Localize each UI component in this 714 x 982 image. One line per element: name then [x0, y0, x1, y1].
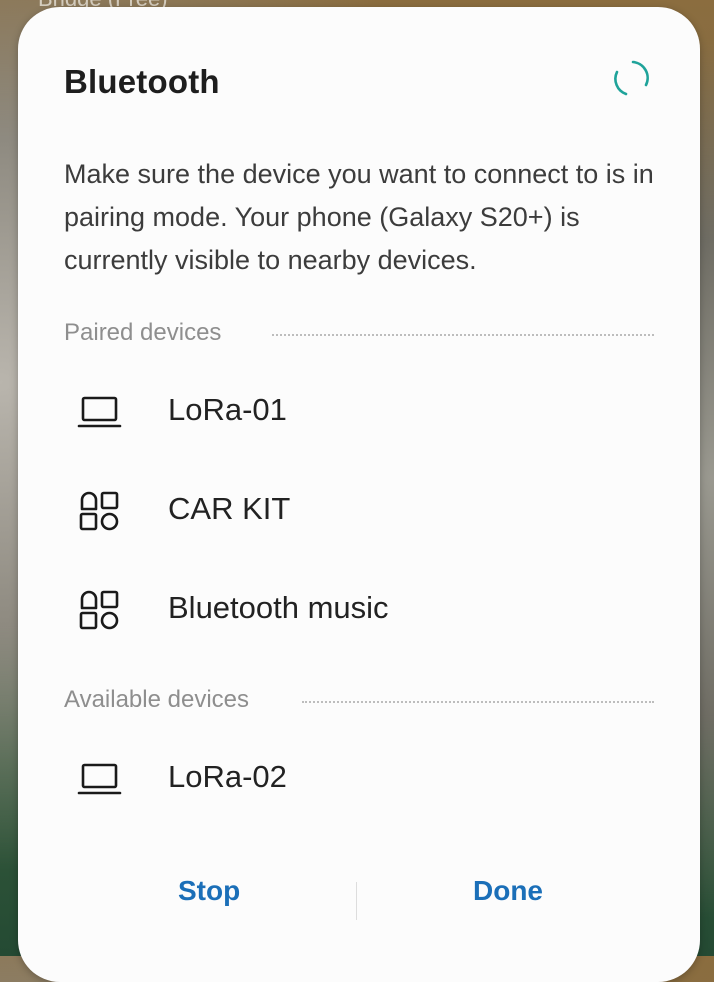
bluetooth-dialog: Bluetooth Make sure the device you want … — [18, 7, 700, 982]
paired-device-lora-01[interactable]: LoRa-01 — [18, 364, 700, 460]
paired-devices-label: Paired devices — [64, 319, 222, 346]
dialog-title: Bluetooth — [64, 63, 220, 100]
available-devices-header: Available devices — [64, 686, 654, 716]
available-devices-label: Available devices — [64, 686, 250, 713]
stop-button[interactable]: Stop — [178, 875, 240, 907]
available-device-lora-02[interactable]: LoRa-02 — [18, 731, 700, 827]
loading-spinner-icon — [614, 60, 649, 96]
dialog-description: Make sure the device you want to connect… — [64, 159, 654, 275]
device-name: LoRa-02 — [168, 759, 287, 794]
paired-devices-header: Paired devices — [64, 319, 654, 349]
laptop-icon — [77, 396, 122, 428]
laptop-icon — [77, 763, 122, 795]
done-button[interactable]: Done — [473, 875, 543, 907]
button-divider — [356, 882, 357, 920]
device-name: CAR KIT — [168, 491, 291, 526]
device-name: LoRa-01 — [168, 392, 287, 427]
device-name: Bluetooth music — [168, 590, 389, 625]
generic-device-icon — [79, 590, 119, 630]
generic-device-icon — [79, 491, 119, 531]
paired-device-car-kit[interactable]: CAR KIT — [18, 463, 700, 559]
paired-device-bluetooth-music[interactable]: Bluetooth music — [18, 562, 700, 658]
available-devices-divider — [302, 701, 654, 703]
paired-devices-divider — [272, 334, 654, 336]
